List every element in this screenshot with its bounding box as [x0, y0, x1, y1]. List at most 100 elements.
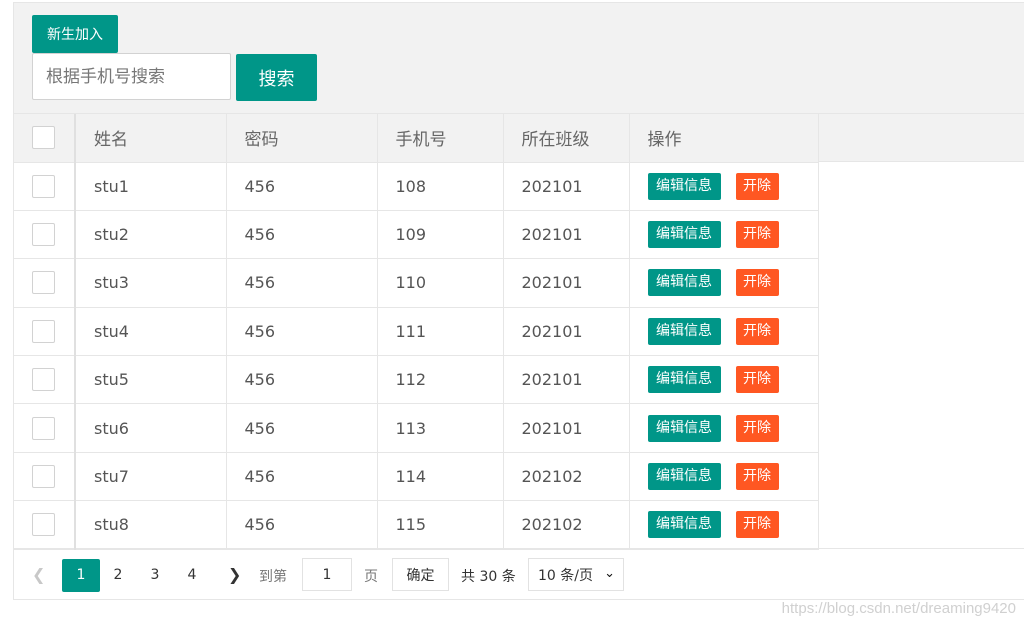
header-actions: 操作: [629, 114, 819, 163]
edit-info-button[interactable]: 编辑信息: [647, 172, 721, 200]
cell-actions: 编辑信息 开除: [629, 162, 819, 211]
cell-class: 202101: [503, 307, 630, 357]
add-student-button[interactable]: 新生加入: [32, 15, 118, 53]
row-select-cell: [14, 403, 76, 453]
expel-button[interactable]: 开除: [735, 221, 779, 249]
cell-name: stu5: [75, 355, 227, 405]
edit-info-button[interactable]: 编辑信息: [647, 269, 721, 297]
cell-name: stu2: [75, 210, 227, 260]
cell-actions: 编辑信息 开除: [629, 258, 819, 308]
cell-actions: 编辑信息 开除: [629, 403, 819, 453]
cell-name: stu4: [75, 307, 227, 357]
cell-actions: 编辑信息 开除: [629, 210, 819, 260]
cell-phone: 108: [377, 162, 504, 211]
page-2[interactable]: 2: [99, 559, 137, 592]
row-checkbox[interactable]: [32, 368, 55, 392]
table-row: stu1 456 108 202101 编辑信息 开除: [14, 162, 819, 211]
page-unit-label: 页: [364, 569, 378, 585]
edit-info-button[interactable]: 编辑信息: [647, 366, 721, 394]
row-checkbox[interactable]: [32, 416, 55, 440]
header-password[interactable]: 密码: [226, 114, 378, 163]
cell-actions: 编辑信息 开除: [629, 307, 819, 357]
table-body: stu1 456 108 202101 编辑信息 开除 stu2 456 109 202101 编辑…: [14, 162, 819, 550]
total-count: 共 30 条: [461, 569, 516, 585]
cell-password: 456: [226, 162, 378, 211]
chevron-left-icon[interactable]: ❮: [32, 565, 45, 584]
table-row: stu8 456 115 202102 编辑信息 开除: [14, 500, 819, 550]
cell-actions: 编辑信息 开除: [629, 500, 819, 550]
cell-actions: 编辑信息 开除: [629, 452, 819, 502]
row-select-cell: [14, 452, 76, 502]
row-checkbox[interactable]: [32, 223, 55, 247]
expel-button[interactable]: 开除: [735, 511, 779, 539]
row-select-cell: [14, 355, 76, 405]
search-button[interactable]: 搜索: [236, 54, 317, 101]
goto-confirm-button[interactable]: 确定: [392, 558, 449, 591]
page-1[interactable]: 1: [62, 559, 100, 592]
watermark: https://blog.csdn.net/dreaming9420: [781, 600, 1016, 617]
header-phone[interactable]: 手机号: [377, 114, 504, 163]
cell-phone: 113: [377, 403, 504, 453]
cell-phone: 109: [377, 210, 504, 260]
select-all-cell: [14, 114, 76, 163]
cell-phone: 115: [377, 500, 504, 550]
cell-phone: 110: [377, 258, 504, 308]
edit-info-button[interactable]: 编辑信息: [647, 463, 721, 491]
row-select-cell: [14, 307, 76, 357]
phone-search-input[interactable]: [32, 53, 231, 100]
student-table-panel: 新生加入 搜索 姓名 密码 手机号 所在班级 操作: [13, 2, 1024, 600]
page-4[interactable]: 4: [173, 559, 211, 592]
header-class[interactable]: 所在班级: [503, 114, 630, 163]
row-checkbox[interactable]: [32, 465, 55, 489]
edit-info-button[interactable]: 编辑信息: [647, 221, 721, 249]
expel-button[interactable]: 开除: [735, 463, 779, 491]
header-name[interactable]: 姓名: [75, 114, 227, 163]
cell-name: stu8: [75, 500, 227, 550]
expel-button[interactable]: 开除: [735, 414, 779, 442]
row-checkbox[interactable]: [32, 319, 55, 343]
row-select-cell: [14, 162, 76, 211]
chevron-down-icon: ⌄: [604, 566, 615, 581]
table-row: stu5 456 112 202101 编辑信息 开除: [14, 355, 819, 405]
cell-class: 202102: [503, 500, 630, 550]
goto-page-input[interactable]: [302, 558, 352, 591]
cell-class: 202101: [503, 403, 630, 453]
cell-class: 202102: [503, 452, 630, 502]
row-checkbox[interactable]: [32, 271, 55, 295]
cell-class: 202101: [503, 258, 630, 308]
row-checkbox[interactable]: [32, 513, 55, 537]
cell-phone: 111: [377, 307, 504, 357]
page-size-value: 10 条/页: [538, 567, 593, 584]
cell-name: stu1: [75, 162, 227, 211]
expel-button[interactable]: 开除: [735, 366, 779, 394]
edit-info-button[interactable]: 编辑信息: [647, 317, 721, 345]
cell-class: 202101: [503, 355, 630, 405]
chevron-right-icon[interactable]: ❯: [228, 565, 241, 584]
goto-label: 到第: [259, 569, 287, 585]
expel-button[interactable]: 开除: [735, 317, 779, 345]
select-all-checkbox[interactable]: [32, 126, 55, 150]
table-row: stu4 456 111 202101 编辑信息 开除: [14, 307, 819, 357]
cell-password: 456: [226, 258, 378, 308]
cell-password: 456: [226, 403, 378, 453]
row-select-cell: [14, 258, 76, 308]
cell-password: 456: [226, 355, 378, 405]
edit-info-button[interactable]: 编辑信息: [647, 511, 721, 539]
row-checkbox[interactable]: [32, 174, 55, 198]
cell-class: 202101: [503, 210, 630, 260]
edit-info-button[interactable]: 编辑信息: [647, 414, 721, 442]
cell-name: stu7: [75, 452, 227, 502]
row-select-cell: [14, 210, 76, 260]
cell-actions: 编辑信息 开除: [629, 355, 819, 405]
cell-password: 456: [226, 307, 378, 357]
table-row: stu2 456 109 202101 编辑信息 开除: [14, 210, 819, 260]
expel-button[interactable]: 开除: [735, 172, 779, 200]
table-row: stu6 456 113 202101 编辑信息 开除: [14, 403, 819, 453]
pagination: ❮ 1 2 3 4 ❯ 到第 页 确定 共 30 条 10 条/页 ⌄: [14, 549, 1024, 601]
table-row: stu7 456 114 202102 编辑信息 开除: [14, 452, 819, 502]
page-3[interactable]: 3: [136, 559, 174, 592]
expel-button[interactable]: 开除: [735, 269, 779, 297]
cell-phone: 114: [377, 452, 504, 502]
cell-password: 456: [226, 210, 378, 260]
page-size-select[interactable]: 10 条/页 ⌄: [528, 558, 624, 591]
